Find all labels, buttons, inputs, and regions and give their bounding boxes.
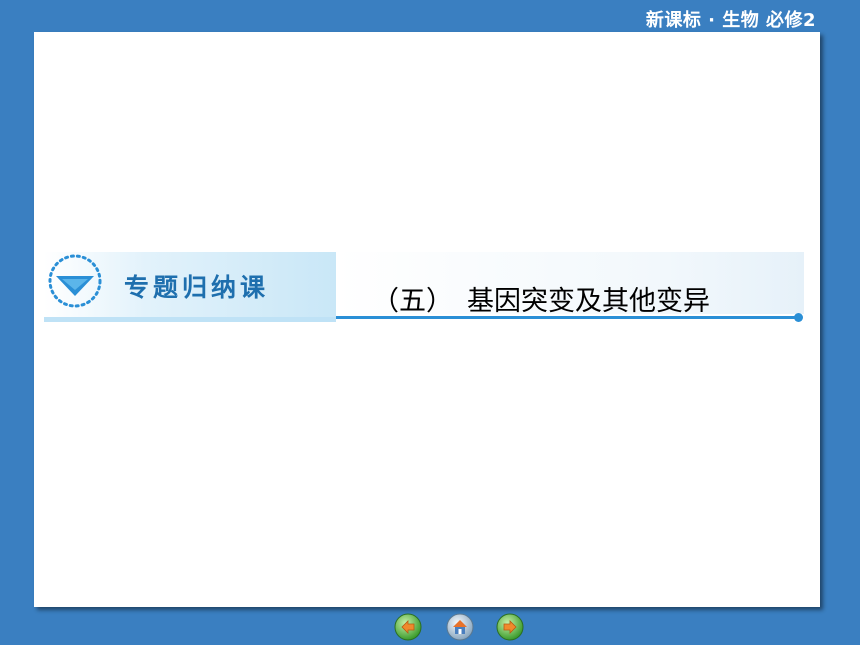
next-icon	[496, 613, 524, 641]
home-button[interactable]	[446, 613, 474, 641]
section-label: 专题归纳课	[124, 273, 270, 302]
topic-heading: （五） 基因突变及其他变异	[372, 279, 710, 318]
topic-number: （五）	[372, 286, 453, 317]
next-button[interactable]	[496, 613, 524, 641]
topic-title: 基因突变及其他变异	[467, 286, 710, 317]
home-icon	[446, 613, 474, 641]
section-banner-underline	[44, 317, 336, 322]
slide-navigation	[0, 613, 860, 643]
course-label: 新课标 · 生物 必修2	[645, 10, 816, 31]
previous-button[interactable]	[394, 613, 422, 641]
slide-canvas: 专题归纳课 （五） 基因突变及其他变异	[34, 32, 820, 607]
section-badge-icon	[46, 252, 104, 310]
previous-icon	[394, 613, 422, 641]
topic-underline-dot	[794, 313, 803, 322]
